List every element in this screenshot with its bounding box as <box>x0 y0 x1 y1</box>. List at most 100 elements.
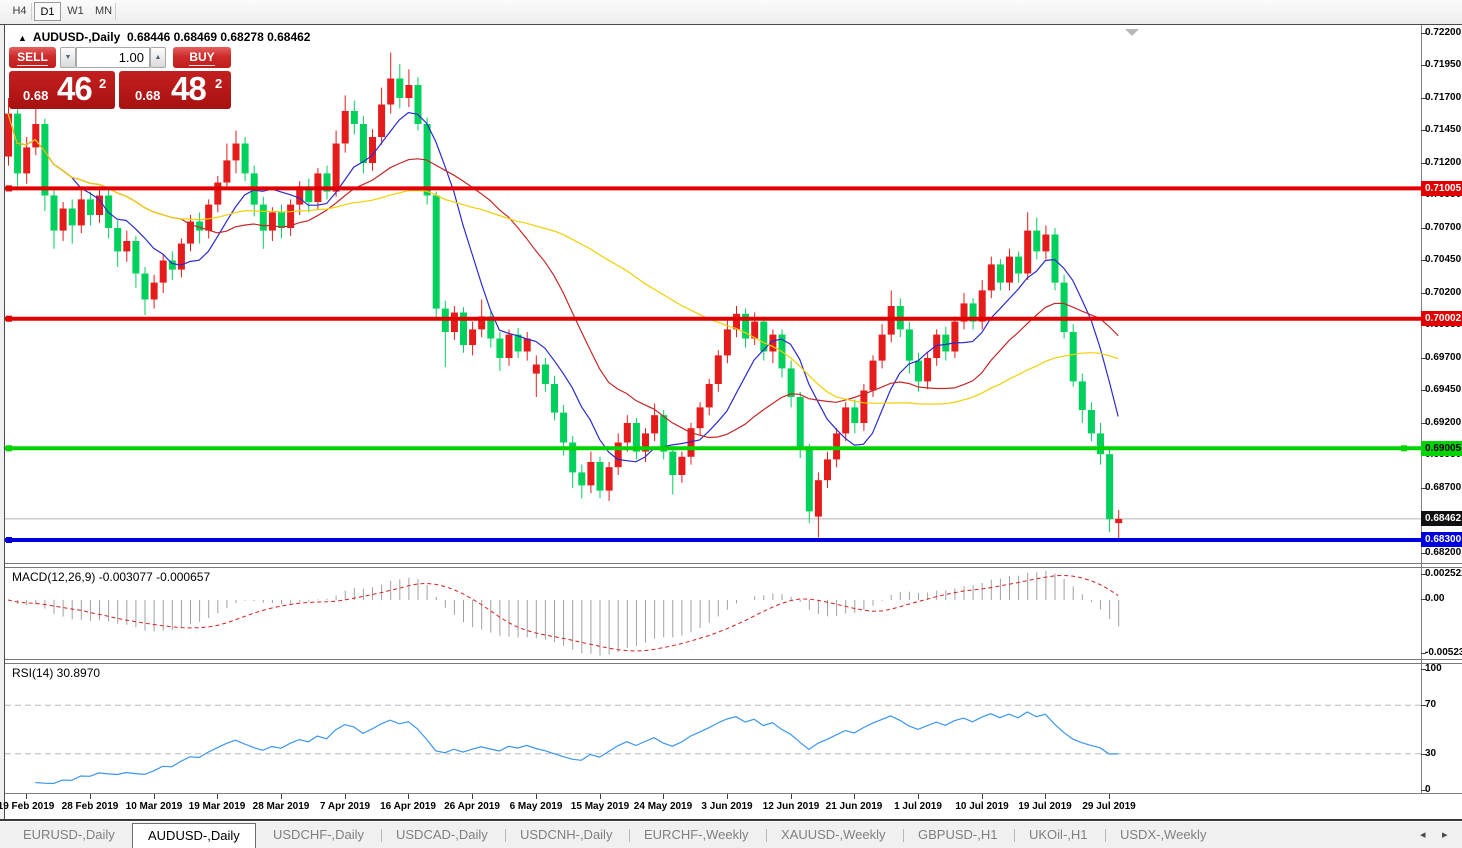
candle-body <box>706 384 713 407</box>
chart-title: ▲AUDUSD-,Daily 0.68446 0.68469 0.68278 0… <box>18 30 310 44</box>
hline-left-handle[interactable] <box>6 316 12 322</box>
hline-right-handle[interactable] <box>1401 445 1407 451</box>
price-tick-label: 0.70700 <box>1425 222 1462 233</box>
candle-body <box>278 212 285 228</box>
arrow-up-icon: ▲ <box>155 54 162 61</box>
timeframe-button-w1[interactable]: W1 <box>62 2 89 21</box>
price-axis-separator <box>1421 25 1422 794</box>
candle-body <box>223 160 230 182</box>
candle-body <box>378 105 385 138</box>
tabs-scroll-left-icon[interactable]: ◂ <box>1420 828 1426 841</box>
candle-body <box>23 147 30 173</box>
candle-body <box>69 209 76 226</box>
candle-body <box>924 358 931 381</box>
tab-eurusd-daily[interactable]: EURUSD-,Daily <box>8 824 130 846</box>
buy-price-prefix: 0.68 <box>135 88 160 103</box>
timeframe-button-mn[interactable]: MN <box>90 2 117 21</box>
candle-body <box>87 199 94 215</box>
candle-body <box>60 209 67 231</box>
date-label: 6 May 2019 <box>510 801 563 812</box>
chart-symbol-label: AUDUSD-,Daily <box>33 30 120 44</box>
hline-left-handle[interactable] <box>6 185 12 191</box>
buy-price-box[interactable]: 0.68 48 2 <box>119 71 231 109</box>
tab-usdcnh-daily[interactable]: USDCNH-,Daily <box>505 824 627 846</box>
rsi-axis-label: 30 <box>1425 748 1462 759</box>
candle-body <box>733 314 740 330</box>
sell-price-pipette: 2 <box>99 76 106 91</box>
candle-body <box>1052 235 1059 283</box>
candle-body <box>333 144 340 192</box>
mt4-window: H4D1W1MN ▲AUDUSD-,Daily 0.68446 0.68469 … <box>0 0 1462 848</box>
date-label: 26 Apr 2019 <box>444 801 500 812</box>
rsi-canvas[interactable] <box>5 663 1421 793</box>
date-tick <box>408 794 409 799</box>
candle-body <box>351 111 358 124</box>
timeframe-button-d1[interactable]: D1 <box>34 2 61 21</box>
date-label: 16 Apr 2019 <box>380 801 436 812</box>
sell-button[interactable]: SELL <box>9 47 56 68</box>
candle-body <box>578 472 585 485</box>
timeframe-button-h4[interactable]: H4 <box>6 2 33 21</box>
collapse-panel-icon[interactable]: ▲ <box>18 33 27 43</box>
rsi-line <box>35 712 1118 784</box>
buy-button[interactable]: BUY <box>173 47 231 68</box>
candle-body <box>41 124 48 196</box>
candle-body <box>651 415 658 433</box>
hline-left-handle[interactable] <box>6 537 12 543</box>
chart-shift-marker-icon[interactable] <box>1125 29 1139 36</box>
candle-body <box>415 85 422 124</box>
volume-increase-button[interactable]: ▲ <box>150 47 166 68</box>
tab-audusd-daily[interactable]: AUDUSD-,Daily <box>132 823 256 848</box>
candle-body <box>797 397 804 449</box>
volume-decrease-button[interactable]: ▼ <box>60 47 76 68</box>
symbol-tab-bar: EURUSD-,DailyAUDUSD-,DailyUSDCHF-,DailyU… <box>0 822 1462 848</box>
candle-body <box>587 462 594 485</box>
tab-gbpusd-h1[interactable]: GBPUSD-,H1 <box>903 824 1012 846</box>
candle-body <box>1033 231 1040 252</box>
tab-xauusd-weekly[interactable]: XAUUSD-,Weekly <box>766 824 901 846</box>
tab-usdchf-daily[interactable]: USDCHF-,Daily <box>258 824 379 846</box>
date-tick <box>727 794 728 799</box>
candle-body <box>142 274 149 300</box>
tab-ukoil-h1[interactable]: UKOil-,H1 <box>1014 824 1103 846</box>
rsi-axis-label: 0 <box>1425 784 1462 795</box>
date-tick <box>472 794 473 799</box>
date-tick <box>791 794 792 799</box>
tabs-scroll-right-icon[interactable]: ▸ <box>1442 828 1448 841</box>
tab-eurchf-weekly[interactable]: EURCHF-,Weekly <box>629 824 764 846</box>
price-tick-label: 0.70200 <box>1425 287 1462 298</box>
moving-average-20 <box>8 114 1118 438</box>
sell-price-box[interactable]: 0.68 46 2 <box>9 71 115 109</box>
candle-body <box>724 329 731 355</box>
candle-body <box>842 407 849 433</box>
date-tick <box>982 794 983 799</box>
candle-body <box>533 365 540 374</box>
price-tick-label: 0.69700 <box>1425 352 1462 363</box>
price-tag-0.68300: 0.68300 <box>1421 532 1462 547</box>
price-tick-label: 0.68700 <box>1425 482 1462 493</box>
candle-body <box>233 144 240 161</box>
candle-body <box>906 329 913 360</box>
price-tag-0.70002: 0.70002 <box>1421 311 1462 326</box>
candle-body <box>551 384 558 413</box>
candle-body <box>624 423 631 443</box>
candle-body <box>997 264 1004 282</box>
candle-body <box>1024 231 1031 274</box>
date-label: 28 Feb 2019 <box>62 801 119 812</box>
candle-body <box>1015 257 1022 274</box>
price-tick-label: 0.69450 <box>1425 384 1462 395</box>
macd-canvas[interactable] <box>5 567 1421 659</box>
x-axis-line <box>5 793 1462 794</box>
tab-usdcad-daily[interactable]: USDCAD-,Daily <box>381 824 503 846</box>
volume-input[interactable] <box>76 47 150 68</box>
candle-body <box>451 313 458 333</box>
date-label: 7 Apr 2019 <box>320 801 370 812</box>
date-label: 12 Jun 2019 <box>763 801 820 812</box>
candle-body <box>542 365 549 385</box>
tab-usdx-weekly[interactable]: USDX-,Weekly <box>1105 824 1221 846</box>
sell-price-big-digits: 46 <box>57 70 92 108</box>
hline-left-handle[interactable] <box>6 445 12 451</box>
candle-body <box>615 443 622 468</box>
price-tick-label: 0.71700 <box>1425 92 1462 103</box>
macd-axis-label: 0.002522 <box>1425 568 1462 579</box>
